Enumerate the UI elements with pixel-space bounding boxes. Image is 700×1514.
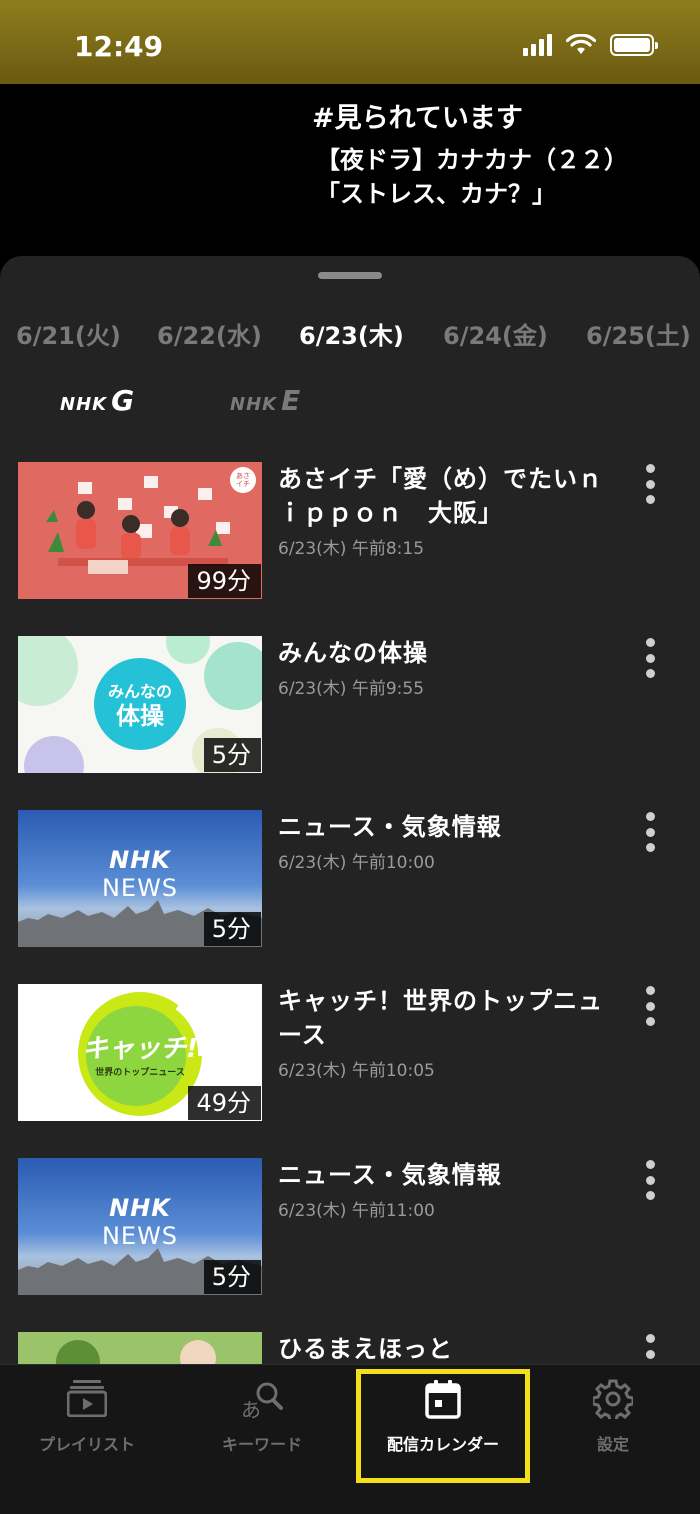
program-item[interactable]: キャッチ! 世界のトップニュース 49分 キャッチ！世界のトップニュース 6/2… <box>0 984 700 1124</box>
nav-keyword-label: キーワード <box>221 1435 302 1454</box>
channel-letter: G <box>111 384 135 417</box>
now-playing-title: 【夜ドラ】カナカナ（２２） <box>316 146 628 174</box>
nav-settings[interactable]: 設定 <box>560 1365 666 1514</box>
channel-brand: NHK <box>230 394 278 415</box>
status-time: 12:49 <box>74 30 164 63</box>
status-icons <box>523 34 658 56</box>
now-playing-subtitle: 「ストレス、カナ？」 <box>316 180 556 208</box>
program-title: あさイチ「愛（め）でたいｎｉｐｐｏｎ 大阪」 <box>278 465 603 527</box>
duration-badge: 99分 <box>188 564 261 598</box>
duration-badge: 49分 <box>188 1086 261 1120</box>
nhk-news-logo-line1: NHK <box>109 1194 171 1222</box>
program-item[interactable]: あさイチ 99分 あさイチ「愛（め）でたいｎｉｐｐｏｎ 大阪」 6/23(木) … <box>0 462 700 602</box>
duration-badge: 5分 <box>203 912 261 946</box>
now-playing-tag: #見られています <box>312 103 523 134</box>
channel-brand: NHK <box>60 394 108 415</box>
now-playing-header[interactable]: #見られています 【夜ドラ】カナカナ（２２） 「ストレス、カナ？」 <box>0 84 700 264</box>
more-options-button[interactable] <box>640 638 660 678</box>
playlist-icon <box>67 1380 107 1417</box>
program-thumbnail[interactable]: あさイチ 99分 <box>18 462 262 599</box>
channel-letter: E <box>281 384 301 417</box>
program-title: キャッチ！世界のトップニュース <box>278 987 603 1049</box>
channel-tab-g[interactable]: NHK G <box>60 384 134 417</box>
date-tabs: 6/21(火) 6/22(水) 6/23(木) 6/24(金) 6/25(土) <box>0 316 700 356</box>
taiso-logo-line1: みんなの <box>107 682 172 701</box>
program-datetime: 6/23(木) 午前11:00 <box>278 1201 435 1221</box>
taiso-logo-line2: 体操 <box>116 702 164 730</box>
date-tab-0621[interactable]: 6/21(火) <box>16 316 121 351</box>
battery-icon <box>610 34 658 56</box>
calendar-highlight-frame <box>356 1369 530 1483</box>
program-thumbnail[interactable]: NHK NEWS 5分 <box>18 1158 262 1295</box>
more-options-button[interactable] <box>640 812 660 852</box>
program-datetime: 6/23(木) 午前8:15 <box>278 539 425 559</box>
nhk-news-logo-line2: NEWS <box>101 874 179 902</box>
program-item[interactable]: NHK NEWS 5分 ニュース・気象情報 6/23(木) 午前10:00 <box>0 810 700 950</box>
more-options-button[interactable] <box>640 464 660 504</box>
catch-logo-line2: 世界のトップニュース <box>95 1068 185 1078</box>
more-options-button[interactable] <box>640 986 660 1026</box>
program-title: ニュース・気象情報 <box>278 813 502 841</box>
program-title: ニュース・気象情報 <box>278 1161 502 1189</box>
date-tab-0622[interactable]: 6/22(水) <box>157 316 262 351</box>
date-tab-0625[interactable]: 6/25(土) <box>586 316 691 351</box>
program-thumbnail[interactable]: みんなの 体操 5分 <box>18 636 262 773</box>
program-thumbnail[interactable]: キャッチ! 世界のトップニュース 49分 <box>18 984 262 1121</box>
date-tab-0623[interactable]: 6/23(木) <box>299 316 404 351</box>
nhk-news-logo-line2: NEWS <box>101 1222 179 1250</box>
duration-badge: 5分 <box>203 738 261 772</box>
program-sheet: 6/21(火) 6/22(水) 6/23(木) 6/24(金) 6/25(土) … <box>0 256 700 1514</box>
nav-playlist-label: プレイリスト <box>38 1435 135 1454</box>
catch-logo: キャッチ! 世界のトップニュース <box>78 1028 202 1078</box>
bottom-navigation: プレイリスト あ キーワード 配信カレンダー 設定 <box>0 1364 700 1514</box>
channel-tabs: NHK G NHK E <box>0 384 700 428</box>
program-datetime: 6/23(木) 午前10:00 <box>278 853 435 873</box>
program-item[interactable]: NHK NEWS 5分 ニュース・気象情報 6/23(木) 午前11:00 <box>0 1158 700 1298</box>
more-options-button[interactable] <box>640 1160 660 1200</box>
channel-tab-e[interactable]: NHK E <box>230 384 300 417</box>
wifi-icon <box>566 34 596 54</box>
date-tab-0624[interactable]: 6/24(金) <box>443 316 548 351</box>
taiso-logo: みんなの 体操 <box>94 678 186 730</box>
svg-text:あ: あ <box>241 1398 261 1419</box>
status-bar: 12:49 <box>0 0 700 84</box>
catch-logo-line1: キャッチ! <box>82 1034 198 1064</box>
program-datetime: 6/23(木) 午前9:55 <box>278 679 425 699</box>
gear-icon <box>593 1379 633 1419</box>
program-title: みんなの体操 <box>278 639 428 667</box>
duration-badge: 5分 <box>203 1260 261 1294</box>
nav-playlist[interactable]: プレイリスト <box>22 1365 152 1514</box>
asaichi-logo: あさイチ <box>236 472 250 488</box>
nav-settings-label: 設定 <box>596 1435 629 1454</box>
program-title: ひるまえほっと <box>278 1335 453 1363</box>
program-thumbnail[interactable]: NHK NEWS 5分 <box>18 810 262 947</box>
sheet-drag-handle[interactable] <box>318 272 382 279</box>
program-datetime: 6/23(木) 午前10:05 <box>278 1061 435 1081</box>
nav-keyword[interactable]: あ キーワード <box>200 1365 324 1514</box>
nhk-news-logo: NHK NEWS <box>18 846 262 902</box>
nhk-news-logo-line1: NHK <box>109 846 171 874</box>
program-item[interactable]: みんなの 体操 5分 みんなの体操 6/23(木) 午前9:55 <box>0 636 700 776</box>
nhk-news-logo: NHK NEWS <box>18 1194 262 1250</box>
keyword-search-icon: あ <box>241 1382 283 1419</box>
cellular-signal-icon <box>523 34 552 56</box>
